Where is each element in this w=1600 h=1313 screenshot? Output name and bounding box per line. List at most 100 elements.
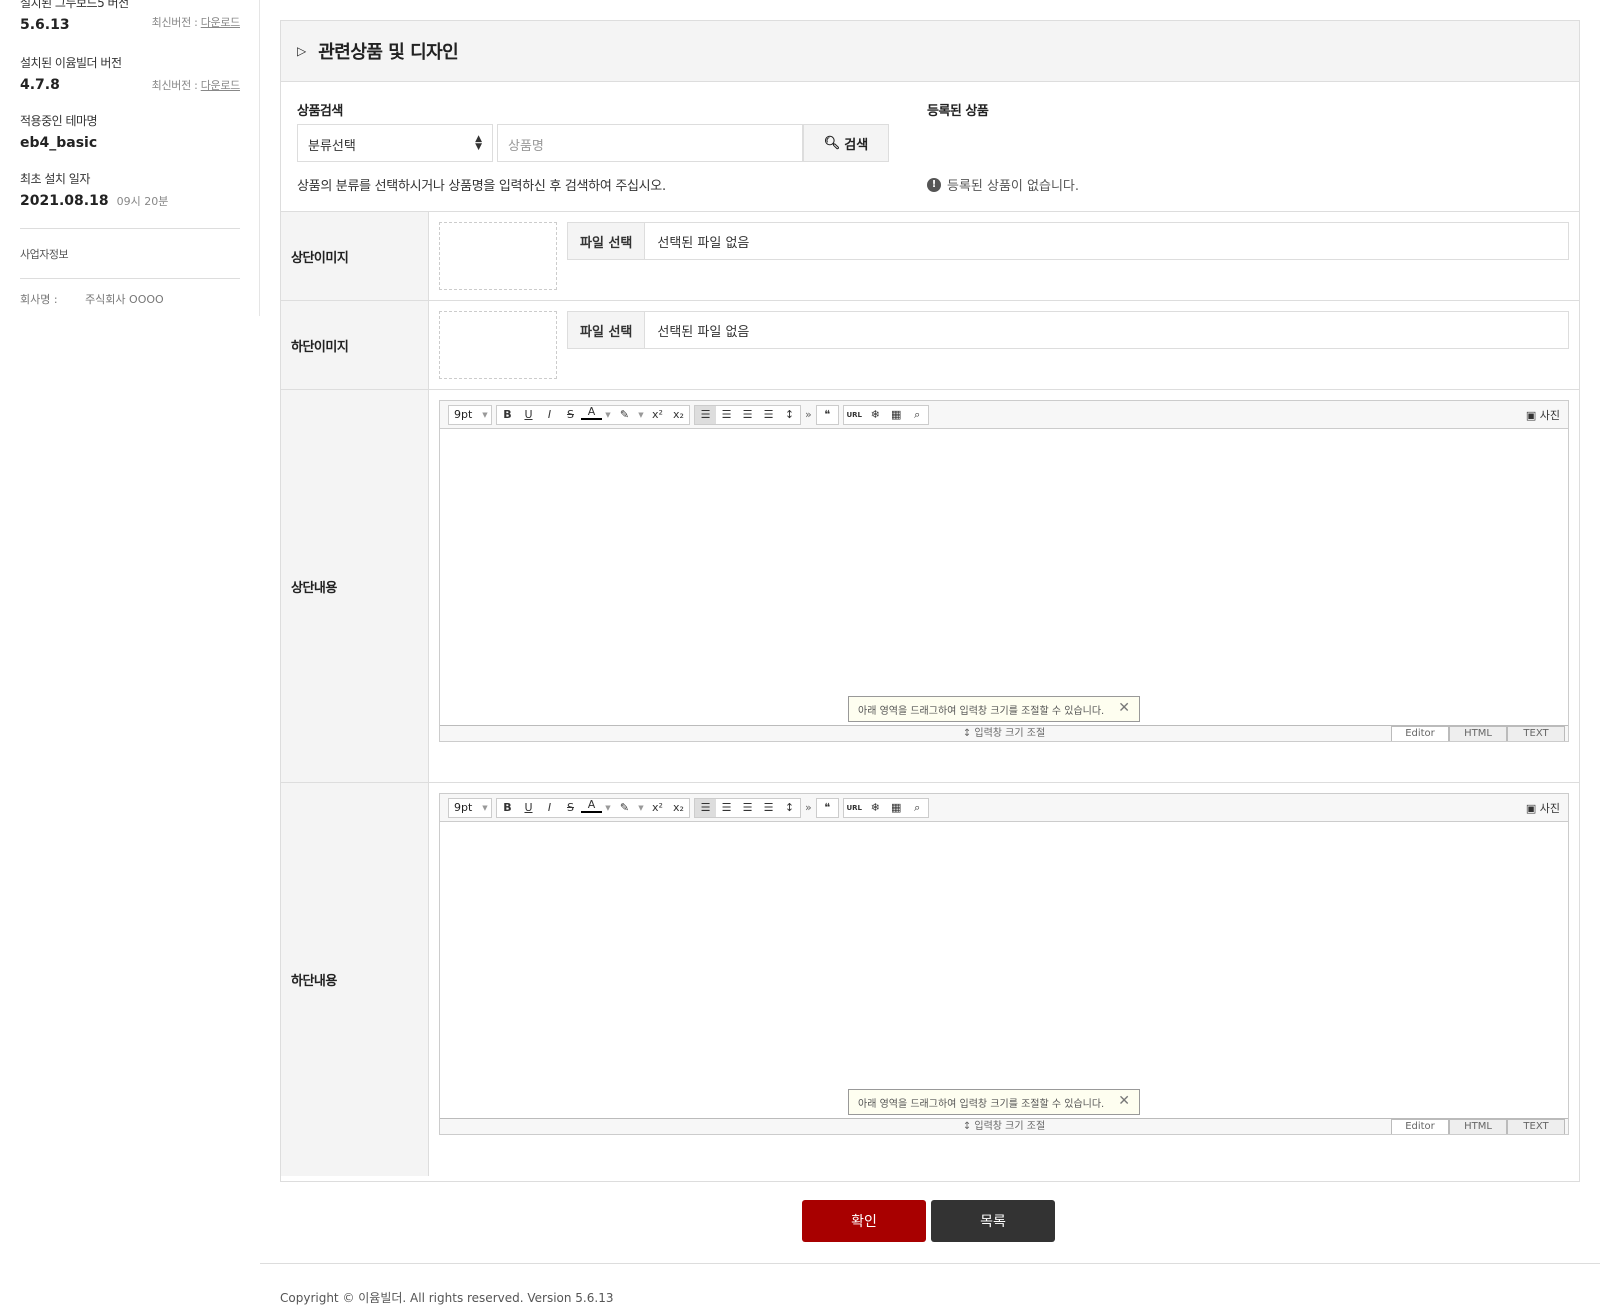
builder-download-link[interactable]: 다운로드 bbox=[201, 79, 241, 92]
superscript-icon[interactable]: x² bbox=[647, 406, 668, 424]
align-group: ☰ ☰ ☰ ☰ ↕ bbox=[694, 797, 801, 818]
sidebar: 설치된 그누보드5 버전 5.6.13 최신버전 : 다운로드 설치된 이윰빌더… bbox=[0, 0, 260, 316]
gnuboard-download-link[interactable]: 다운로드 bbox=[201, 16, 241, 29]
line-height-icon[interactable]: ↕ bbox=[779, 799, 800, 817]
search-button-label: 검색 bbox=[844, 137, 869, 153]
confirm-button[interactable]: 확인 bbox=[802, 1200, 926, 1242]
close-icon[interactable]: ✕ bbox=[1118, 1093, 1130, 1109]
editor-mode-tabs: Editor HTML TEXT bbox=[1391, 726, 1565, 741]
divider bbox=[20, 228, 240, 229]
special-char-icon[interactable]: ❄ bbox=[865, 799, 886, 817]
camera-icon: ▣ bbox=[1525, 802, 1537, 815]
install-date-label: 최초 설치 일자 bbox=[20, 172, 90, 186]
photo-label: 사진 bbox=[1539, 409, 1560, 422]
link-icon[interactable]: URL bbox=[844, 406, 865, 424]
tab-html[interactable]: HTML bbox=[1449, 1119, 1507, 1134]
updown-icon: ↕ bbox=[962, 1121, 972, 1132]
gnuboard-latest: 최신버전 : 다운로드 bbox=[152, 14, 241, 30]
chevron-down-icon[interactable]: ▼ bbox=[602, 799, 614, 817]
chevron-down-icon[interactable]: ▼ bbox=[635, 799, 647, 817]
more-icon[interactable]: » bbox=[805, 801, 812, 814]
top-image-file-input[interactable]: 파일 선택 선택된 파일 없음 bbox=[567, 222, 1569, 260]
editor-mode-tabs: Editor HTML TEXT bbox=[1391, 1119, 1565, 1134]
install-date-block: 최초 설치 일자 2021.08.18 09시 20분 bbox=[20, 170, 240, 209]
table-icon[interactable]: ▦ bbox=[886, 406, 907, 424]
search-button[interactable]: 🔍︎ 검색 bbox=[803, 124, 889, 162]
bottom-content-row: 하단내용 9pt ▼ B U I S A ▼ ✎ ▼ x² x₂ ☰ ☰ ☰ ☰… bbox=[281, 783, 1579, 1176]
file-select-button[interactable]: 파일 선택 bbox=[568, 223, 646, 259]
search-hint: 상품의 분류를 선택하시거나 상품명을 입력하신 후 검색하여 주십시오. bbox=[297, 179, 666, 194]
category-select[interactable]: 분류선택 ▲ ▼ bbox=[297, 124, 493, 162]
registered-empty-text: 등록된 상품이 없습니다. bbox=[947, 179, 1079, 194]
subscript-icon[interactable]: x₂ bbox=[668, 406, 689, 424]
close-icon[interactable]: ✕ bbox=[1118, 700, 1130, 716]
search-icon: 🔍︎ bbox=[823, 135, 841, 151]
more-icon[interactable]: » bbox=[805, 408, 812, 421]
highlight-icon[interactable]: ✎ bbox=[614, 406, 635, 424]
font-color-icon[interactable]: A bbox=[581, 405, 602, 420]
editor-toolbar: 9pt ▼ B U I S A ▼ ✎ ▼ x² x₂ ☰ ☰ ☰ ☰ ↕ » … bbox=[440, 794, 1568, 822]
chevron-down-icon[interactable]: ▼ bbox=[635, 406, 647, 424]
find-icon[interactable]: ⌕ bbox=[907, 799, 928, 817]
list-button[interactable]: 목록 bbox=[931, 1200, 1055, 1242]
quote-icon[interactable]: ❝ bbox=[817, 799, 838, 817]
line-height-icon[interactable]: ↕ bbox=[779, 406, 800, 424]
link-icon[interactable]: URL bbox=[844, 799, 865, 817]
category-select-value: 분류선택 bbox=[308, 139, 356, 154]
highlight-icon[interactable]: ✎ bbox=[614, 799, 635, 817]
align-justify-icon[interactable]: ☰ bbox=[758, 799, 779, 817]
section-header[interactable]: ▷ 관련상품 및 디자인 bbox=[281, 21, 1579, 82]
file-name: 선택된 파일 없음 bbox=[657, 235, 750, 251]
underline-icon[interactable]: U bbox=[518, 406, 539, 424]
align-justify-icon[interactable]: ☰ bbox=[758, 406, 779, 424]
tab-html[interactable]: HTML bbox=[1449, 726, 1507, 741]
bottom-image-preview bbox=[439, 311, 557, 379]
bold-icon[interactable]: B bbox=[497, 406, 518, 424]
table-icon[interactable]: ▦ bbox=[886, 799, 907, 817]
align-right-icon[interactable]: ☰ bbox=[737, 406, 758, 424]
subscript-icon[interactable]: x₂ bbox=[668, 799, 689, 817]
top-content-label: 상단내용 bbox=[281, 390, 429, 782]
superscript-icon[interactable]: x² bbox=[647, 799, 668, 817]
find-icon[interactable]: ⌕ bbox=[907, 406, 928, 424]
quote-group: ❝ bbox=[815, 404, 839, 425]
italic-icon[interactable]: I bbox=[539, 406, 560, 424]
font-color-icon[interactable]: A bbox=[581, 798, 602, 813]
align-right-icon[interactable]: ☰ bbox=[737, 799, 758, 817]
align-left-icon[interactable]: ☰ bbox=[695, 798, 716, 817]
tab-editor[interactable]: Editor bbox=[1391, 726, 1449, 741]
strikethrough-icon[interactable]: S bbox=[560, 799, 581, 817]
product-name-input[interactable]: 상품명 bbox=[497, 124, 803, 162]
top-image-preview bbox=[439, 222, 557, 290]
special-char-icon[interactable]: ❄ bbox=[865, 406, 886, 424]
tab-text[interactable]: TEXT bbox=[1507, 726, 1565, 741]
bottom-image-file-input[interactable]: 파일 선택 선택된 파일 없음 bbox=[567, 311, 1569, 349]
insert-group: URL ❄ ▦ ⌕ bbox=[842, 404, 929, 425]
font-size-select[interactable]: 9pt ▼ bbox=[448, 404, 492, 425]
quote-icon[interactable]: ❝ bbox=[817, 406, 838, 424]
tab-editor[interactable]: Editor bbox=[1391, 1119, 1449, 1134]
builder-latest: 최신버전 : 다운로드 bbox=[152, 77, 241, 93]
photo-button[interactable]: ▣ 사진 bbox=[1526, 407, 1560, 423]
format-group: B U I S A ▼ ✎ ▼ x² x₂ bbox=[496, 797, 690, 818]
tab-text[interactable]: TEXT bbox=[1507, 1119, 1565, 1134]
file-select-button[interactable]: 파일 선택 bbox=[568, 312, 646, 348]
top-content-editor[interactable]: 9pt ▼ B U I S A ▼ ✎ ▼ x² x₂ ☰ ☰ ☰ ☰ ↕ » … bbox=[439, 400, 1569, 742]
company-label: 회사명 : bbox=[20, 293, 58, 306]
builder-version-block: 설치된 이윰빌더 버전 4.7.8 최신버전 : 다운로드 bbox=[20, 54, 240, 93]
underline-icon[interactable]: U bbox=[518, 799, 539, 817]
section-title: 관련상품 및 디자인 bbox=[318, 42, 459, 63]
align-center-icon[interactable]: ☰ bbox=[716, 406, 737, 424]
align-center-icon[interactable]: ☰ bbox=[716, 799, 737, 817]
font-size-select[interactable]: 9pt ▼ bbox=[448, 797, 492, 818]
strikethrough-icon[interactable]: S bbox=[560, 406, 581, 424]
product-search-area: 상품검색 분류선택 ▲ ▼ 상품명 🔍︎ 검색 상품의 분류를 선택하시거나 상품… bbox=[281, 82, 1579, 212]
align-left-icon[interactable]: ☰ bbox=[695, 405, 716, 424]
insert-group: URL ❄ ▦ ⌕ bbox=[842, 797, 929, 818]
chevron-down-icon[interactable]: ▼ bbox=[602, 406, 614, 424]
bottom-content-editor[interactable]: 9pt ▼ B U I S A ▼ ✎ ▼ x² x₂ ☰ ☰ ☰ ☰ ↕ » … bbox=[439, 793, 1569, 1135]
italic-icon[interactable]: I bbox=[539, 799, 560, 817]
tooltip-text: 아래 영역을 드래그하여 입력창 크기를 조절할 수 있습니다. bbox=[858, 705, 1105, 717]
photo-button[interactable]: ▣ 사진 bbox=[1526, 800, 1560, 816]
bold-icon[interactable]: B bbox=[497, 799, 518, 817]
